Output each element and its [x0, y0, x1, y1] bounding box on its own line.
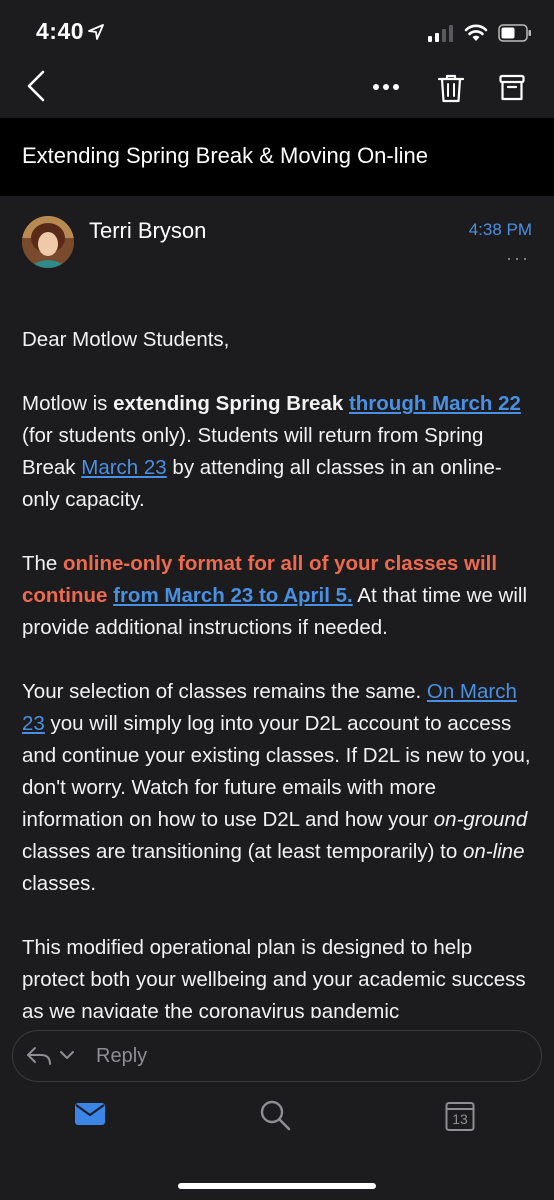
text: classes.: [22, 872, 97, 895]
tab-calendar[interactable]: 13: [445, 1100, 477, 1134]
archive-button[interactable]: [495, 70, 529, 106]
wifi-icon: [464, 24, 488, 41]
header-more-button[interactable]: ···: [506, 248, 530, 269]
cellular-signal-icon: [428, 25, 453, 42]
paragraph-1: Motlow is extending Spring Break through…: [22, 388, 534, 516]
status-indicators: [428, 20, 532, 46]
text: Your selection of classes remains the sa…: [22, 680, 427, 703]
date-link[interactable]: from March 23 to April 5.: [113, 584, 353, 607]
italic-text: on-ground: [433, 808, 528, 831]
reply-placeholder[interactable]: Reply: [96, 1045, 147, 1068]
paragraph-3: Your selection of classes remains the sa…: [22, 676, 534, 900]
back-button[interactable]: [18, 66, 54, 106]
email-subject: Extending Spring Break & Moving On-line: [22, 143, 428, 168]
reply-arrow-icon[interactable]: [26, 1046, 52, 1066]
chevron-down-icon[interactable]: [60, 1051, 74, 1060]
more-options-button[interactable]: [368, 72, 404, 102]
text: The: [22, 552, 64, 575]
avatar-photo: [22, 216, 74, 268]
paragraph-2: The online-only format for all of your c…: [22, 548, 534, 644]
tab-mail[interactable]: [74, 1102, 108, 1132]
tab-search[interactable]: [259, 1099, 293, 1133]
delete-button[interactable]: [434, 70, 468, 106]
chevron-left-icon: [27, 70, 45, 102]
location-arrow-icon: [88, 24, 104, 40]
greeting: Dear Motlow Students,: [22, 328, 230, 351]
sender-avatar[interactable]: [22, 216, 74, 268]
email-body: Dear Motlow Students, Motlow is extendin…: [22, 324, 534, 1060]
date-link[interactable]: March 23: [81, 456, 166, 479]
ellipsis-icon: [373, 84, 399, 90]
home-indicator[interactable]: [178, 1183, 376, 1189]
text: Motlow is: [22, 392, 114, 415]
status-time: 4:40: [36, 18, 85, 44]
italic-text: on-line: [462, 840, 525, 863]
date-link[interactable]: through March 22: [349, 392, 521, 415]
search-icon: [260, 1100, 291, 1131]
archive-box-icon: [499, 74, 525, 101]
calendar-day-number: 13: [452, 1111, 468, 1127]
sent-time: 4:38 PM: [468, 220, 532, 239]
bold-text: extending Spring Break: [113, 392, 344, 415]
sender-name[interactable]: Terri Bryson: [89, 218, 206, 244]
paragraph-4: This modified operational plan is design…: [22, 936, 526, 1023]
trash-icon: [438, 74, 464, 103]
battery-icon: [498, 24, 531, 42]
reply-field[interactable]: [12, 1030, 542, 1082]
mail-icon: [75, 1103, 105, 1125]
text: classes are transitioning (at least temp…: [22, 840, 463, 863]
